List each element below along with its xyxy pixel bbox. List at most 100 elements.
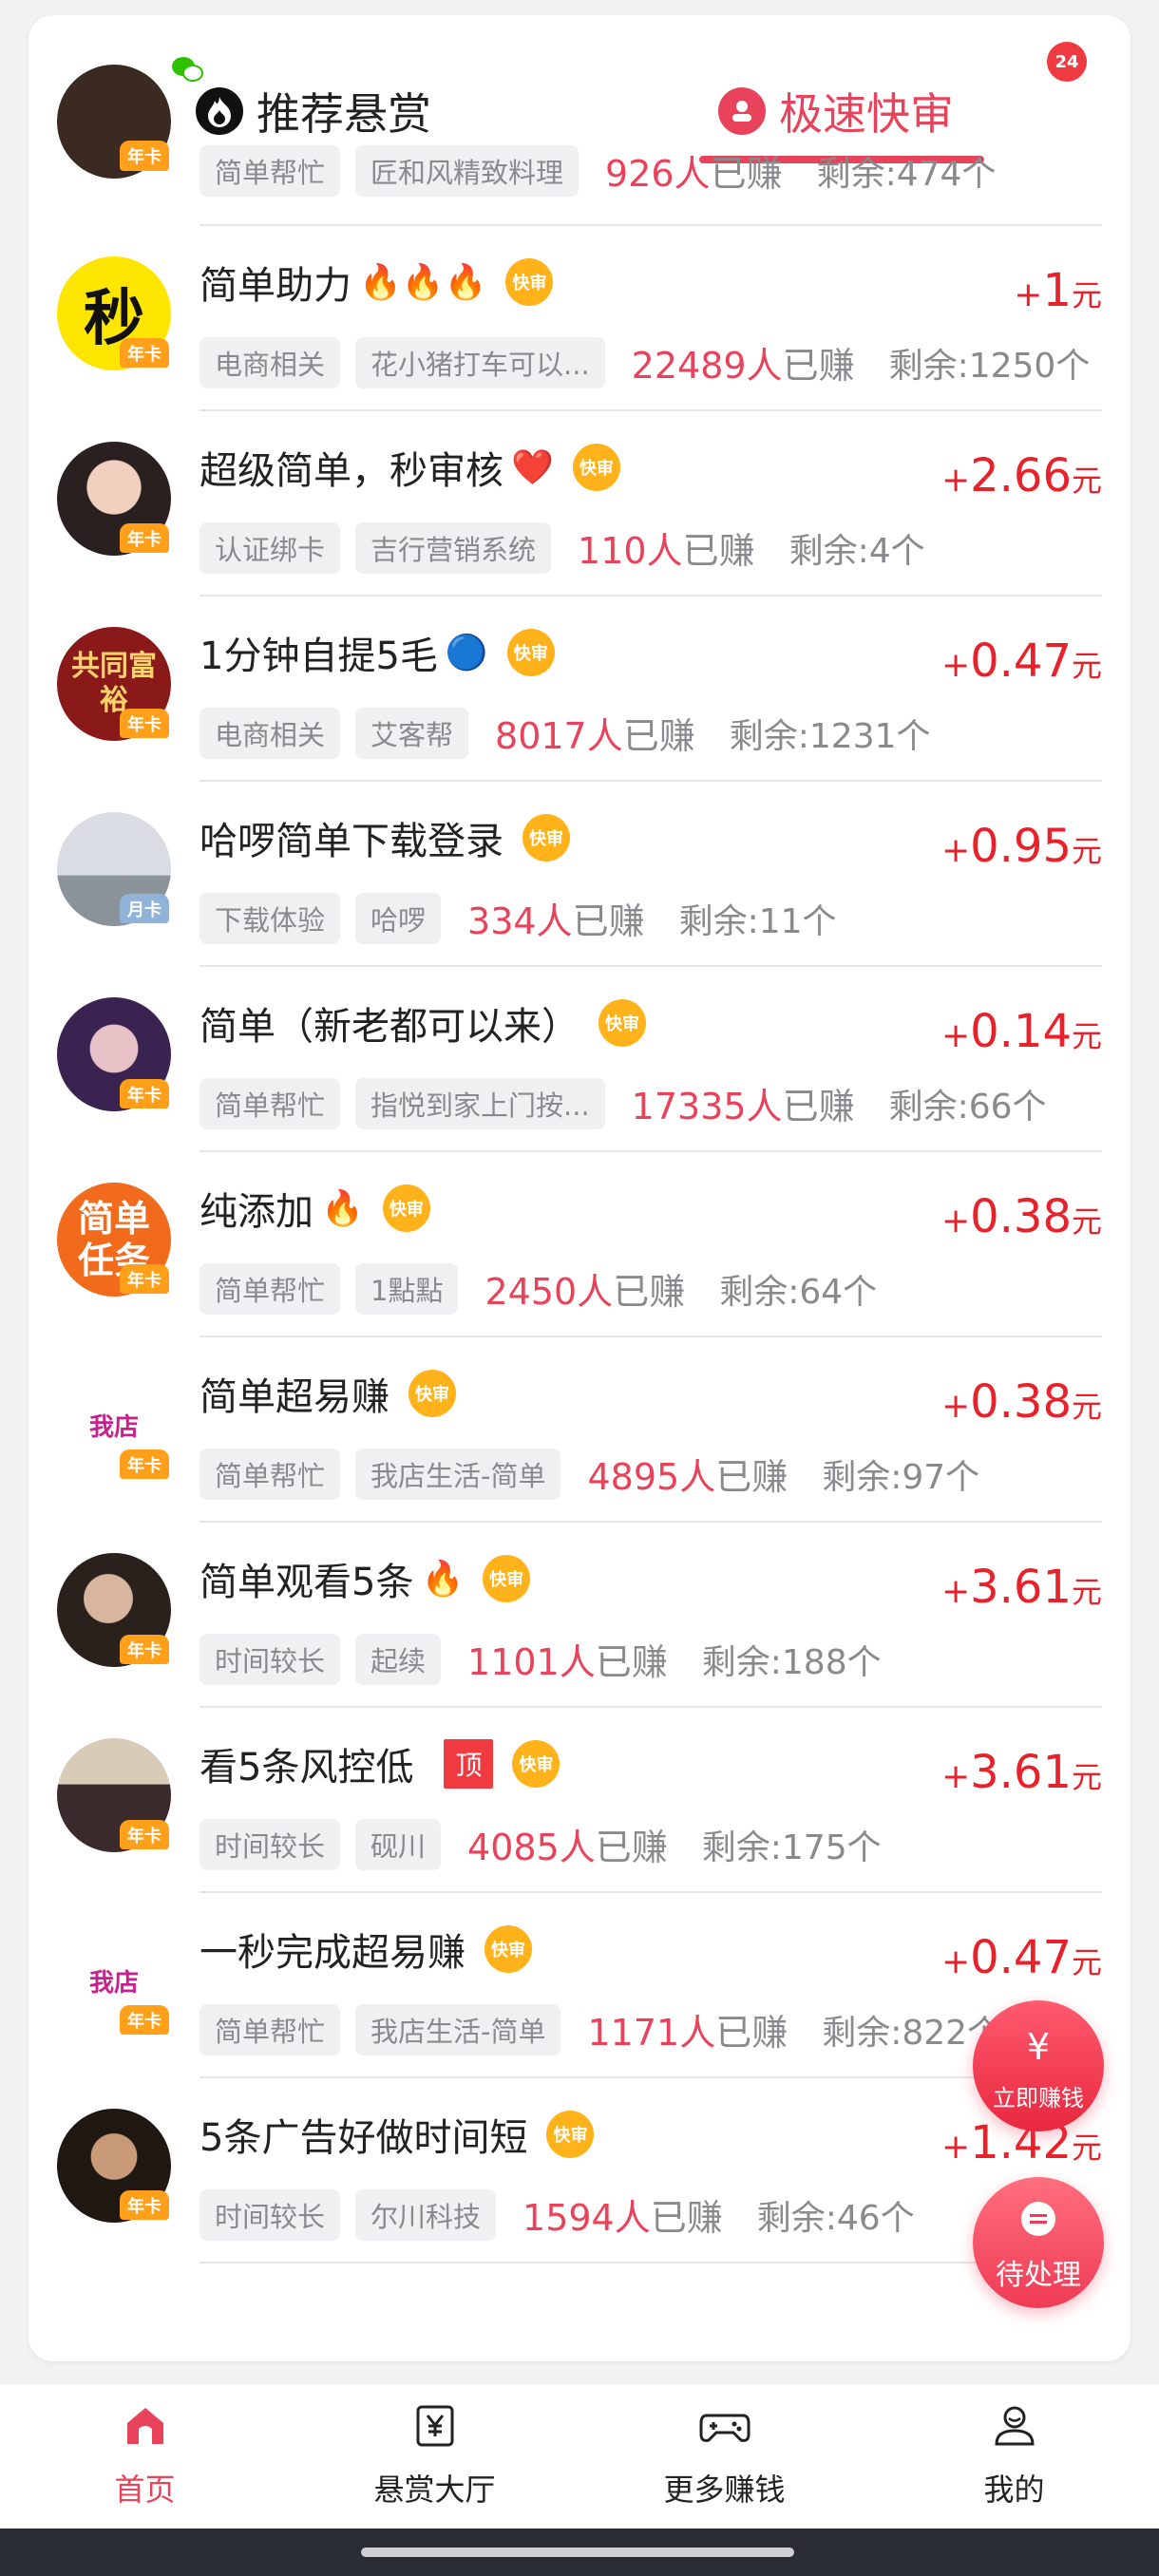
reward-amount: +0.95元 <box>940 820 1102 873</box>
merchant-tag: 砚川 <box>355 1818 442 1870</box>
merchant-tag: 我店生活-简单 <box>355 1448 561 1500</box>
merchant-tag: 尔川科技 <box>355 2188 497 2241</box>
fast-review-badge: 快审 <box>483 1555 531 1602</box>
category-tag: 电商相关 <box>200 707 341 759</box>
task-meta: 简单帮忙 匠和风精致料理 926人 已赚 剩余:474个 <box>200 144 996 197</box>
task-title: 简单观看5条 🔥 快审 <box>200 1551 531 1606</box>
nav-home[interactable]: 首页 <box>0 2384 290 2536</box>
task-row-partial[interactable]: 年卡 简单帮忙 匠和风精致料理 926人 已赚 剩余:474个 <box>28 65 1130 226</box>
task-meta: 简单帮忙 指悦到家上门按... 17335人已赚 剩余:66个 <box>200 1077 1047 1129</box>
earned-count: 110人 <box>578 530 683 572</box>
earn-now-label: 立即赚钱 <box>993 2084 1084 2112</box>
remaining-count: 剩余:1250个 <box>888 346 1091 386</box>
remaining-count: 剩余:4个 <box>788 531 925 571</box>
fast-review-badge: 快审 <box>506 629 555 676</box>
bottom-nav: 首页 悬赏大厅 更多赚钱 我的 <box>0 2384 1159 2536</box>
nav-more-earn[interactable]: 更多赚钱 <box>580 2384 869 2536</box>
fast-review-badge: 快审 <box>484 1925 532 1973</box>
fast-review-badge: 快审 <box>598 999 646 1047</box>
task-list-card: 24 推荐悬赏 极速快审 年卡 简单帮忙 匠和风精致料理 926人 已赚 剩余:… <box>28 15 1130 2361</box>
merchant-tag: 花小猪打车可以... <box>355 336 605 388</box>
merchant-tag: 匠和风精致料理 <box>355 144 580 197</box>
task-list: 年卡 简单帮忙 匠和风精致料理 926人 已赚 剩余:474个 秒 年卡 简单助力… <box>28 65 1130 2263</box>
task-row[interactable]: 年卡 超级简单，秒审核 ❤️ 快审 +2.66元 认证绑卡 吉行营销系统 110人已… <box>28 411 1130 597</box>
fast-review-badge: 快审 <box>546 2111 595 2158</box>
remaining-count: 剩余:822个 <box>822 2013 1002 2053</box>
reward-amount: +0.38元 <box>940 1190 1102 1243</box>
home-indicator[interactable] <box>361 2548 794 2557</box>
pending-button[interactable]: 待处理 <box>973 2177 1104 2308</box>
vip-badge: 年卡 <box>120 1079 169 1108</box>
app-screen: 24 推荐悬赏 极速快审 年卡 简单帮忙 匠和风精致料理 926人 已赚 剩余:… <box>0 0 1159 2576</box>
category-tag: 简单帮忙 <box>200 2003 341 2055</box>
remaining-count: 剩余:66个 <box>888 1087 1047 1127</box>
vip-badge: 年卡 <box>120 2190 169 2220</box>
task-meta: 下载体验 哈啰 334人已赚 剩余:11个 <box>200 892 837 944</box>
remaining-count: 剩余:11个 <box>678 901 837 941</box>
remaining-count: 剩余:175个 <box>701 1828 882 1867</box>
earned-count: 22489人 <box>631 345 783 387</box>
task-title: 纯添加 🔥 快审 <box>200 1181 430 1236</box>
earned-count: 8017人 <box>495 715 623 757</box>
earned-label: 已赚 <box>650 2197 723 2239</box>
vip-badge: 年卡 <box>120 338 169 368</box>
earned-label: 已赚 <box>715 1456 788 1498</box>
vip-badge: 年卡 <box>120 1264 169 1294</box>
earned-count: 4085人 <box>467 1827 596 1868</box>
nav-mine[interactable]: 我的 <box>869 2384 1159 2536</box>
remaining-count: 剩余:97个 <box>822 1457 980 1497</box>
fast-review-badge: 快审 <box>505 258 554 306</box>
vip-badge: 年卡 <box>120 2005 169 2035</box>
task-row[interactable]: 简单任务 年卡 纯添加 🔥 快审 +0.38元 简单帮忙 1點點 2450人已赚 剩… <box>28 1152 1130 1337</box>
task-meta: 简单帮忙 我店生活-简单 4895人已赚 剩余:97个 <box>200 1448 979 1500</box>
earn-now-button[interactable]: ¥ 立即赚钱 <box>973 2000 1104 2131</box>
category-tag: 简单帮忙 <box>200 1077 341 1129</box>
yuan-download-icon: ¥ <box>1026 2025 1051 2068</box>
remaining-count: 剩余:46个 <box>756 2198 915 2238</box>
earned-label: 已赚 <box>613 1271 686 1313</box>
divider <box>200 2262 1102 2263</box>
task-row[interactable]: 共同富裕 年卡 1分钟自提5毛 🔵 快审 +0.47元 电商相关 艾客帮 8017人… <box>28 597 1130 782</box>
task-row[interactable]: 年卡 简单观看5条 🔥 快审 +3.61元 时间较长 起续 1101人已赚 剩余:1… <box>28 1523 1130 1708</box>
task-meta: 电商相关 花小猪打车可以... 22489人已赚 剩余:1250个 <box>200 336 1090 388</box>
gamepad-icon <box>696 2397 753 2454</box>
reward-amount: +0.14元 <box>940 1005 1102 1058</box>
reward-amount: +0.38元 <box>940 1375 1102 1429</box>
nav-bounty-hall[interactable]: 悬赏大厅 <box>290 2384 580 2536</box>
task-meta: 简单帮忙 1點點 2450人已赚 剩余:64个 <box>200 1262 877 1315</box>
merchant-tag: 我店生活-简单 <box>355 2003 561 2055</box>
earned-label: 已赚 <box>715 2012 788 2054</box>
task-title: 1分钟自提5毛 🔵 快审 <box>200 625 555 680</box>
remaining-count: 剩余:1231个 <box>729 716 931 756</box>
earned-label: 已赚 <box>595 1827 668 1868</box>
task-row[interactable]: 我店 年卡 简单超易赚 快审 +0.38元 简单帮忙 我店生活-简单 4895人已… <box>28 1337 1130 1523</box>
task-row[interactable]: 秒 年卡 简单助力 🔥🔥🔥 快审 +1元 电商相关 花小猪打车可以... 22489… <box>28 226 1130 411</box>
reward-amount: +0.47元 <box>940 635 1102 688</box>
task-meta: 时间较长 尔川科技 1594人已赚 剩余:46个 <box>200 2188 915 2241</box>
earned-label: 已赚 <box>782 345 855 387</box>
category-tag: 认证绑卡 <box>200 521 341 574</box>
category-tag: 时间较长 <box>200 2188 341 2241</box>
task-row[interactable]: 年卡 简单（新老都可以来） 快审 +0.14元 简单帮忙 指悦到家上门按... 1… <box>28 967 1130 1152</box>
user-icon <box>986 2397 1043 2454</box>
category-tag: 电商相关 <box>200 336 341 388</box>
earned-count: 4895人 <box>587 1456 716 1498</box>
task-row[interactable]: 月卡 哈啰简单下载登录 快审 +0.95元 下载体验 哈啰 334人已赚 剩余:1… <box>28 782 1130 967</box>
task-row[interactable]: 年卡 5条广告好做时间短 快审 +1.42元 时间较长 尔川科技 1594人已赚 … <box>28 2078 1130 2263</box>
vip-badge: 年卡 <box>120 1635 169 1664</box>
remaining-count: 剩余:188个 <box>701 1642 882 1682</box>
category-tag: 简单帮忙 <box>200 144 341 197</box>
pending-label: 待处理 <box>996 2259 1081 2292</box>
earned-count: 2450人 <box>484 1271 614 1313</box>
fast-review-badge: 快审 <box>572 444 620 491</box>
remaining-count: 剩余:474个 <box>816 154 997 194</box>
task-row[interactable]: 我店 年卡 一秒完成超易赚 快审 +0.47元 简单帮忙 我店生活-简单 1171… <box>28 1893 1130 2078</box>
earned-label: 已赚 <box>782 1086 855 1127</box>
task-title: 超级简单，秒审核 ❤️ 快审 <box>200 440 620 495</box>
category-tag: 时间较长 <box>200 1818 341 1870</box>
task-row[interactable]: 年卡 看5条风控低顶快审 +3.61元 时间较长 砚川 4085人已赚 剩余:1… <box>28 1708 1130 1893</box>
task-title: 一秒完成超易赚 快审 <box>200 1922 532 1977</box>
fast-review-badge: 快审 <box>408 1370 456 1417</box>
merchant-tag: 起续 <box>355 1633 442 1685</box>
vip-badge: 月卡 <box>120 894 169 923</box>
